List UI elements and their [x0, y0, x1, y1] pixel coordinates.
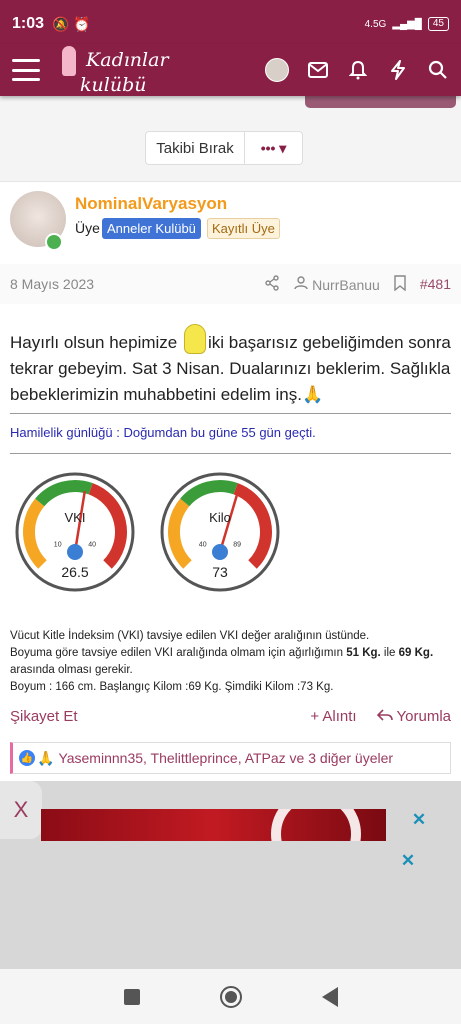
user-avatar-icon[interactable] [265, 58, 289, 82]
logo-line2: kulübü [80, 74, 147, 96]
info-line2: Boyuma göre tavsiye edilen VKI aralığınd… [10, 647, 434, 659]
gauge-vki-label: VKI [64, 510, 86, 525]
unfollow-button[interactable]: Takibi Bırak [145, 131, 245, 165]
signal-icon: ▂▄▆█ [392, 18, 422, 30]
gauge-vki-min-label: 10 [54, 542, 62, 549]
divider-top [10, 413, 451, 414]
mute-alarm-icons: 🔕 ⏰ [52, 15, 91, 32]
status-time: 1:03 [12, 15, 45, 32]
gauge-kilo-max-label: 89 [233, 542, 241, 549]
badge-kayitli-uye: Kayıtlı Üye [207, 218, 280, 239]
more-options-button[interactable]: ••• ▾ [245, 131, 303, 165]
network-label: 4.5G [364, 18, 387, 30]
ad-close-icon[interactable]: ✕ [410, 810, 428, 829]
online-status-icon [45, 233, 63, 251]
bell-icon[interactable] [347, 59, 369, 81]
home-icon[interactable] [219, 985, 242, 1008]
info-line1: Vücut Kitle İndeksim (VKI) tavsiye edile… [10, 630, 370, 642]
back-icon[interactable] [321, 986, 338, 1007]
app-bar: Kadınlar kulübü [0, 44, 461, 96]
quote-link[interactable]: + Alıntı [310, 708, 356, 725]
lightning-icon[interactable] [387, 59, 409, 81]
reply-icon [376, 709, 393, 721]
author-username[interactable]: NominalVaryasyon [75, 194, 227, 214]
ad-close-icon-2[interactable]: ✕ [399, 851, 417, 870]
info-line3: arasında olması gerekir. [10, 664, 133, 676]
logo-line1: Kadınlar [86, 49, 169, 71]
gauge-kilo-hub [212, 544, 228, 560]
bmi-info: Vücut Kitle İndeksim (VKI) tavsiye edile… [10, 628, 455, 696]
mail-icon[interactable] [307, 59, 329, 81]
gauge-kilo-value: 73 [212, 564, 228, 580]
reply-link[interactable]: Yorumla [376, 708, 451, 725]
like-icon: 👍 [19, 750, 35, 766]
reaction-summary[interactable]: 👍 🙏 Yaseminnn35, Thelittleprince, ATPaz … [10, 742, 451, 774]
reply-label: Yorumla [396, 708, 451, 725]
pray-emoji: 🙏 [301, 385, 324, 404]
gauge-kilo: 40 89 Kilo 73 [155, 472, 285, 592]
report-link[interactable]: Şikayet Et [10, 708, 78, 725]
battery-icon: 45 [427, 17, 449, 31]
ad-banner[interactable] [41, 809, 386, 841]
smiley-emoji-icon [183, 324, 206, 354]
partial-top-button[interactable] [305, 96, 456, 108]
gauge-kilo-min-label: 40 [199, 542, 207, 549]
post-number[interactable]: #481 [420, 276, 451, 292]
system-nav-bar [0, 969, 461, 1024]
post-body: Hayırlı olsun hepimize iki başarısız geb… [10, 324, 455, 408]
post-actions-right: + Alıntı Yorumla [310, 708, 451, 725]
meta-actions: NurrBanuu #481 [264, 274, 451, 294]
search-icon[interactable] [427, 59, 449, 81]
info-line4: Boyum : 166 cm. Başlangıç Kilom :69 Kg. … [10, 681, 334, 693]
pray-reaction-icon: 🙏 [37, 749, 55, 766]
gauges: 10 40 VKI 26.5 40 89 Kilo 73 [10, 472, 300, 592]
gauge-kilo-label: Kilo [209, 510, 231, 525]
badge-anneler-kulubu: Anneler Kulübü [102, 218, 201, 239]
divider-bottom [10, 453, 451, 454]
post-actions: Şikayet Et + Alıntı Yorumla [10, 708, 451, 725]
status-bar: 1:03 🔕 ⏰ 4.5G ▂▄▆█ 45 [0, 0, 461, 48]
post-card: NominalVaryasyon Üye Anneler Kulübü Kayı… [0, 181, 461, 781]
share-icon[interactable] [264, 274, 280, 294]
gauge-vki-value: 26.5 [61, 564, 89, 580]
gauge-vki-max-label: 40 [88, 542, 96, 549]
ad-dismiss-tab[interactable]: X [0, 781, 42, 839]
appbar-icons [265, 58, 449, 82]
bookmark-icon[interactable] [394, 274, 406, 294]
menu-icon[interactable] [12, 59, 40, 81]
quoted-author[interactable]: NurrBanuu [294, 275, 380, 293]
post-body-part1: Hayırlı olsun hepimize [10, 333, 182, 352]
gauge-vki-hub [67, 544, 83, 560]
reaction-users[interactable]: Yaseminnn35, Thelittleprince, ATPaz ve 3… [58, 750, 393, 766]
quoted-author-name: NurrBanuu [312, 276, 380, 293]
site-logo[interactable]: Kadınlar kulübü [62, 46, 169, 96]
post-date[interactable]: 8 Mayıs 2023 [10, 276, 94, 292]
gauge-vki: 10 40 VKI 26.5 [10, 472, 140, 592]
person-icon [294, 275, 308, 289]
follow-group: Takibi Bırak ••• ▾ [145, 131, 303, 165]
author-role: Üye [75, 220, 100, 236]
post-meta: 8 Mayıs 2023 NurrBanuu #481 [0, 264, 461, 304]
status-right: 4.5G ▂▄▆█ 45 [365, 17, 449, 31]
recents-icon[interactable] [123, 988, 140, 1005]
pregnancy-diary: Hamilelik günlüğü : Doğumdan bu güne 55 … [10, 425, 316, 440]
logo-mark-icon [62, 46, 76, 76]
